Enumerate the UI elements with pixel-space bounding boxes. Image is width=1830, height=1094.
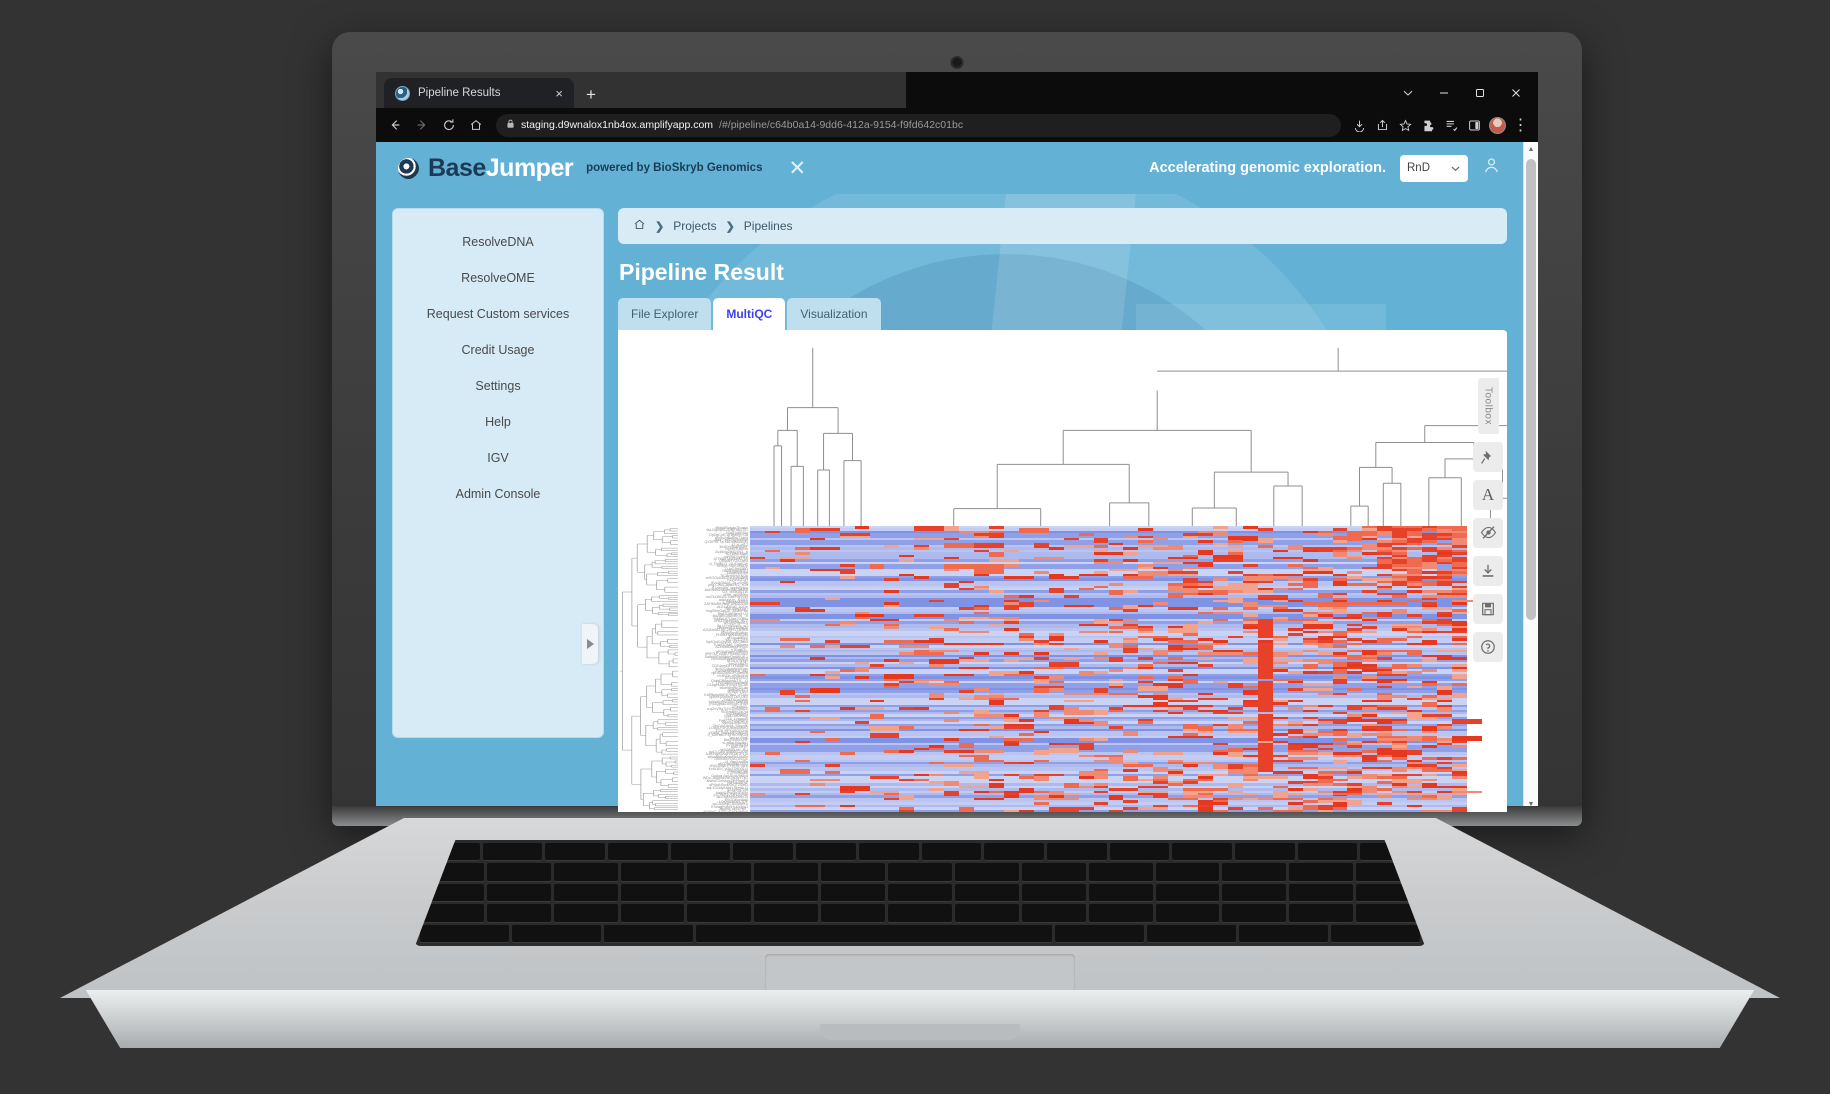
- app-header: BaseJumper powered by BioSkryb Genomics …: [376, 142, 1523, 194]
- close-icon[interactable]: [1498, 78, 1534, 108]
- chevron-down-icon: [1451, 166, 1460, 171]
- download-icon[interactable]: [1349, 115, 1370, 136]
- tab-close-icon[interactable]: ×: [552, 87, 566, 100]
- lock-icon: [506, 119, 515, 131]
- help-icon[interactable]: [1473, 631, 1503, 662]
- laptop-base: [60, 818, 1780, 1048]
- browser-toolbar: staging.d9wnalox1nb4ox.amplifyapp.com /#…: [376, 108, 1538, 142]
- sidebar-item-resolveome[interactable]: ResolveOME: [403, 271, 593, 285]
- sidebar-item-igv[interactable]: IGV: [403, 451, 593, 465]
- url-host: staging.d9wnalox1nb4ox.amplifyapp.com: [521, 119, 714, 131]
- chevron-right-icon: [586, 639, 594, 649]
- sidebar-item-credit-usage[interactable]: Credit Usage: [403, 343, 593, 357]
- breadcrumb-separator: ❯: [655, 220, 665, 233]
- breadcrumb-separator: ❯: [725, 220, 735, 233]
- eye-slash-icon[interactable]: [1473, 517, 1503, 548]
- laptop-screen: Pipeline Results × + staging.d9wnalox1nb…: [376, 72, 1538, 812]
- page-scrollbar[interactable]: ▲ ▼: [1523, 142, 1538, 812]
- breadcrumb: ❯ Projects ❯ Pipelines: [618, 208, 1507, 244]
- screenshot-stage: Pipeline Results × + staging.d9wnalox1nb…: [0, 0, 1830, 1094]
- new-tab-button[interactable]: +: [586, 86, 596, 103]
- tab-visualization[interactable]: Visualization: [787, 298, 881, 330]
- sidebar-collapse-handle[interactable]: [582, 624, 598, 664]
- basejumper-logo-icon: [398, 157, 419, 179]
- browser-menu-icon[interactable]: ⋮: [1510, 115, 1531, 136]
- webcam-icon: [952, 58, 962, 67]
- bookmark-star-icon[interactable]: [1395, 115, 1416, 136]
- scrollbar-thumb[interactable]: [1526, 159, 1536, 620]
- tab-file-explorer[interactable]: File Explorer: [618, 298, 712, 330]
- heatmap-row-labels: 4KrkfaRwyap7Enskx 9uLDgeljWL2UBj78jb7OC 43…: [702, 526, 748, 812]
- close-icon[interactable]: ✕: [788, 158, 806, 179]
- puzzle-extension-icon[interactable]: [1418, 115, 1439, 136]
- profile-avatar[interactable]: [1487, 115, 1508, 136]
- browser-tab[interactable]: Pipeline Results ×: [384, 78, 574, 108]
- home-icon[interactable]: [464, 113, 488, 137]
- browser-tab-strip: Pipeline Results × +: [376, 72, 1538, 108]
- heatmap-cells[interactable]: [750, 526, 1482, 812]
- side-panel-icon[interactable]: [1464, 115, 1485, 136]
- address-bar[interactable]: staging.d9wnalox1nb4ox.amplifyapp.com /#…: [496, 113, 1341, 137]
- window-controls: [1390, 78, 1538, 108]
- maximize-icon[interactable]: [1462, 78, 1498, 108]
- content-tabs: File Explorer MultiQC Visualization: [618, 298, 1507, 330]
- share-icon[interactable]: [1372, 115, 1393, 136]
- multiqc-panel: 4KrkfaRwyap7Enskx 9uLDgeljWL2UBj78jb7OC 43…: [618, 330, 1507, 812]
- page-title: Pipeline Result: [619, 259, 784, 285]
- sidebar-item-help[interactable]: Help: [403, 415, 593, 429]
- app-body: ResolveDNA ResolveOME Request Custom ser…: [376, 194, 1523, 812]
- sidebar-item-resolvedna[interactable]: ResolveDNA: [403, 235, 593, 249]
- browser-extension-icons: ⋮: [1349, 115, 1531, 136]
- sidebar-item-settings[interactable]: Settings: [403, 379, 593, 393]
- breadcrumb-item-projects[interactable]: Projects: [673, 219, 716, 233]
- laptop-keyboard: [415, 840, 1425, 946]
- url-path: /#/pipeline/c64b0a14-9dd6-412a-9154-f9fd…: [719, 119, 964, 131]
- laptop-front-edge: [85, 990, 1755, 1048]
- powered-by-text: powered by BioSkryb Genomics: [586, 162, 763, 174]
- browser-window: Pipeline Results × + staging.d9wnalox1nb…: [376, 72, 1538, 812]
- sidebar-item-admin-console[interactable]: Admin Console: [403, 487, 593, 501]
- back-arrow-icon[interactable]: [383, 113, 407, 137]
- app-tagline: Accelerating genomic exploration.: [1149, 160, 1386, 176]
- org-select[interactable]: RnD: [1400, 154, 1468, 182]
- home-icon[interactable]: [633, 218, 646, 234]
- row-dendrogram: [620, 528, 678, 811]
- toolbox-label[interactable]: Toolbox: [1477, 378, 1499, 434]
- browser-viewport: BaseJumper powered by BioSkryb Genomics …: [376, 142, 1538, 812]
- download-icon[interactable]: [1473, 555, 1503, 586]
- logo-base-text: Base: [428, 153, 486, 182]
- laptop-notch: [820, 1024, 1020, 1040]
- org-select-value: RnD: [1407, 162, 1431, 174]
- sidebar-item-request-custom-services[interactable]: Request Custom services: [403, 307, 593, 321]
- reading-list-icon[interactable]: [1441, 115, 1462, 136]
- toolbox-rail: Toolbox A: [1469, 378, 1507, 662]
- column-dendrogram: [736, 336, 1507, 531]
- reload-icon[interactable]: [437, 113, 461, 137]
- forward-arrow-icon[interactable]: [410, 113, 434, 137]
- laptop-deck: [60, 818, 1780, 998]
- logo-jumper-text: Jumper: [485, 153, 574, 182]
- save-icon[interactable]: [1473, 593, 1503, 624]
- scrollbar-track[interactable]: [1524, 157, 1538, 797]
- sidebar: ResolveDNA ResolveOME Request Custom ser…: [392, 208, 604, 738]
- pin-icon[interactable]: [1473, 441, 1503, 472]
- text-icon[interactable]: A: [1473, 479, 1503, 510]
- tab-favicon-icon: [395, 85, 410, 101]
- app-header-right: Accelerating genomic exploration. RnD: [1149, 154, 1501, 182]
- minimize-icon[interactable]: [1426, 78, 1462, 108]
- tab-title: Pipeline Results: [418, 87, 501, 99]
- app-logo[interactable]: BaseJumper: [398, 153, 574, 183]
- breadcrumb-item-pipelines[interactable]: Pipelines: [744, 219, 793, 233]
- app-page: BaseJumper powered by BioSkryb Genomics …: [376, 142, 1523, 812]
- scroll-up-arrow-icon[interactable]: ▲: [1524, 142, 1538, 157]
- user-icon[interactable]: [1482, 156, 1501, 180]
- tab-multiqc[interactable]: MultiQC: [713, 298, 786, 330]
- chevron-down-icon[interactable]: [1390, 78, 1426, 108]
- heatmap-body: 4KrkfaRwyap7Enskx 9uLDgeljWL2UBj78jb7OC 43…: [618, 526, 1482, 812]
- main-content: ❯ Projects ❯ Pipelines Pipeline Result F…: [618, 208, 1507, 812]
- heatmap-plot: 4KrkfaRwyap7Enskx 9uLDgeljWL2UBj78jb7OC 43…: [618, 330, 1507, 812]
